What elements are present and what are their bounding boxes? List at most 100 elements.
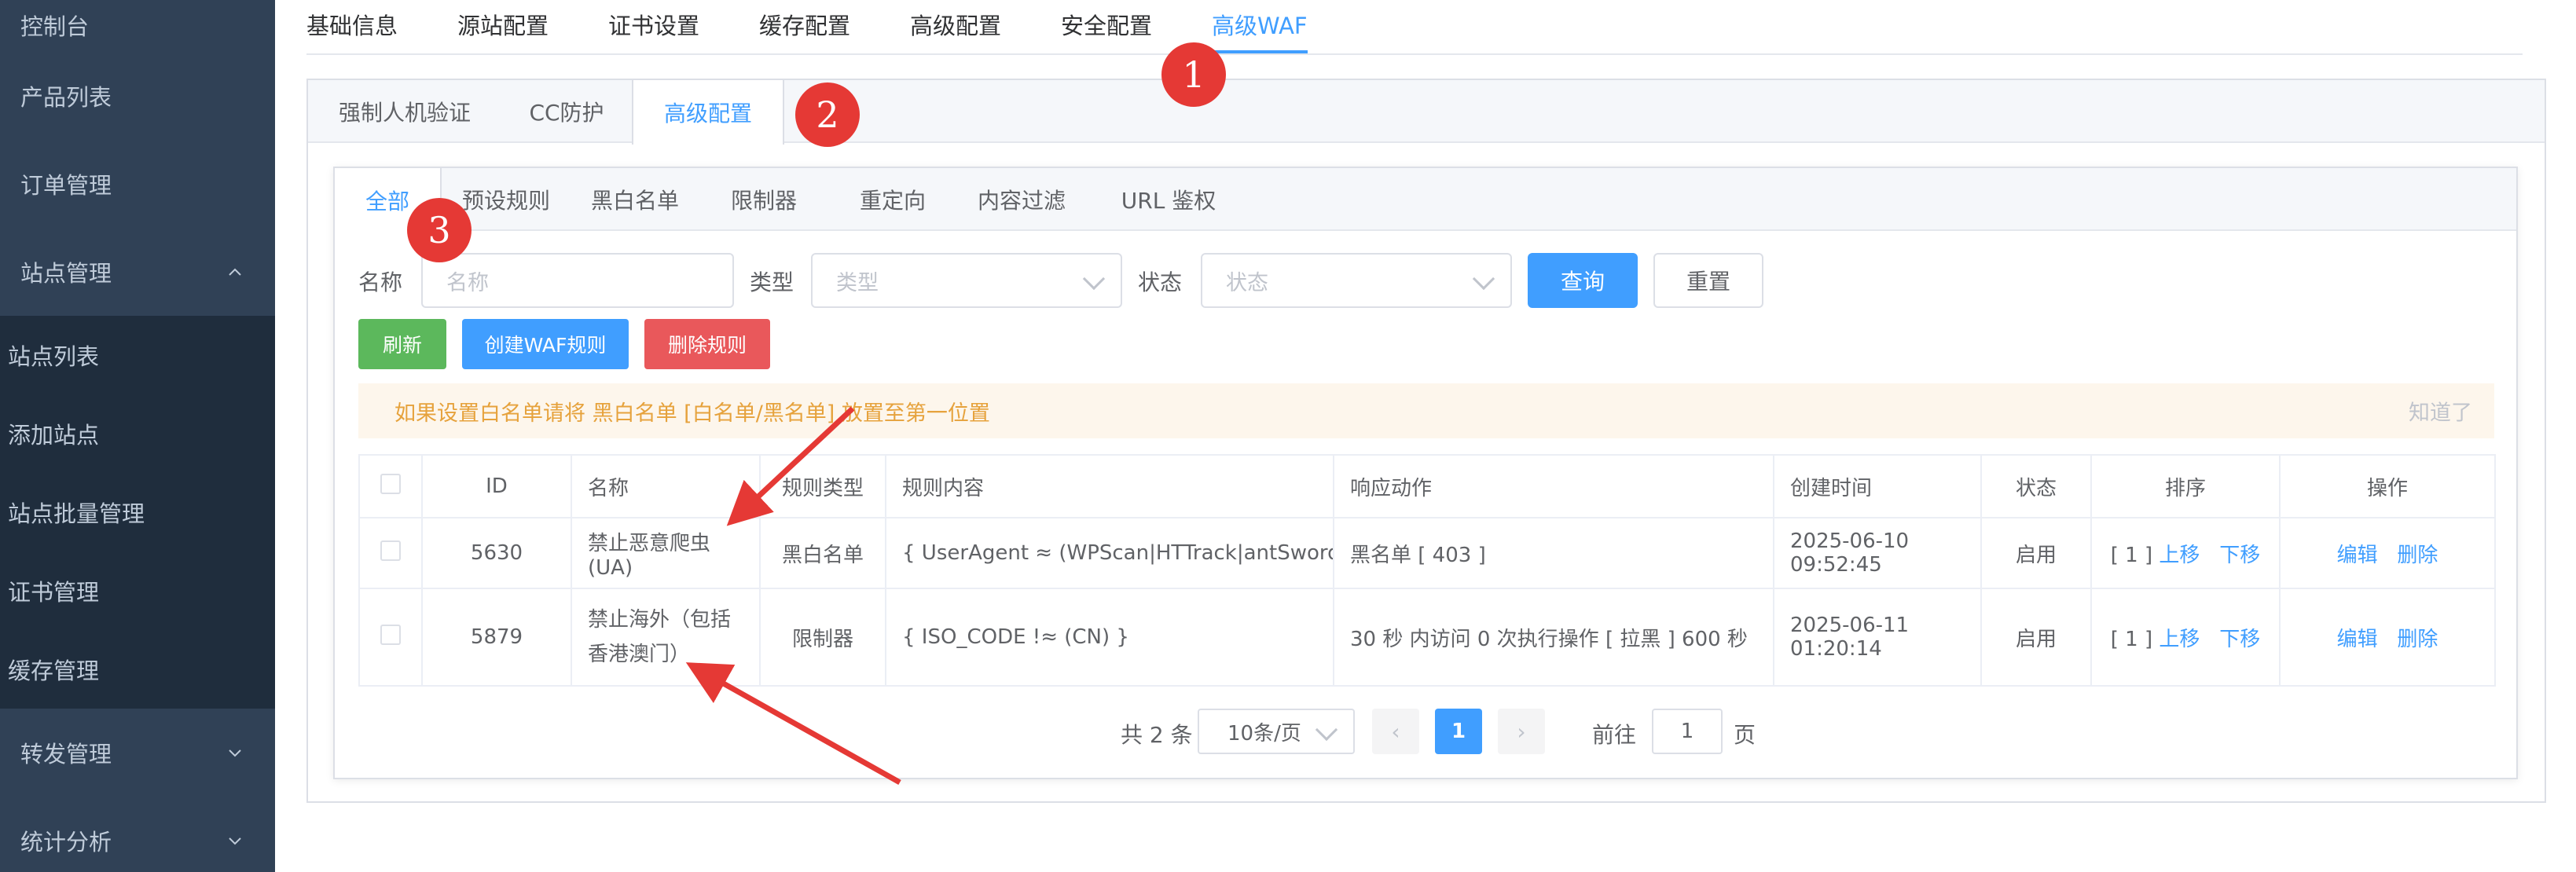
tab-basic-info[interactable]: 基础信息 bbox=[306, 8, 398, 41]
type-filter-select[interactable]: 类型 bbox=[811, 253, 1122, 308]
main-content: 基础信息 源站配置 证书设置 缓存配置 高级配置 安全配置 高级WAF 强制人机… bbox=[275, 0, 2576, 872]
delete-link[interactable]: 删除 bbox=[2397, 544, 2438, 567]
rule-status: 启用 bbox=[1980, 517, 2092, 589]
tab-captcha[interactable]: 强制人机验证 bbox=[308, 80, 501, 143]
chevron-down-icon bbox=[1082, 267, 1106, 291]
tab-security-config[interactable]: 安全配置 bbox=[1061, 8, 1152, 41]
sidebar-item-label: 站点批量管理 bbox=[8, 500, 145, 527]
tab-cache-config[interactable]: 缓存配置 bbox=[759, 8, 850, 41]
select-all-checkbox[interactable] bbox=[358, 454, 423, 518]
chevron-down-icon bbox=[1472, 267, 1495, 291]
sidebar-item-statistics[interactable]: 统计分析 bbox=[0, 797, 275, 872]
row-checkbox[interactable] bbox=[358, 517, 423, 589]
create-waf-rule-button[interactable]: 创建WAF规则 bbox=[462, 319, 629, 369]
current-page[interactable]: 1 bbox=[1435, 709, 1482, 754]
move-down-link[interactable]: 下移 bbox=[2219, 544, 2260, 567]
rule-action: 30 秒 内访问 0 次执行操作 [ 拉黑 ] 600 秒 bbox=[1333, 588, 1774, 687]
move-down-link[interactable]: 下移 bbox=[2219, 628, 2260, 651]
prev-page-button[interactable]: ‹ bbox=[1372, 709, 1419, 754]
rule-operations: 编辑 删除 bbox=[2279, 517, 2496, 589]
column-header-order[interactable]: 排序 bbox=[2090, 454, 2281, 518]
chevron-down-icon bbox=[229, 749, 241, 757]
rule-type: 限制器 bbox=[759, 588, 886, 687]
sidebar-item-label: 缓存管理 bbox=[8, 658, 100, 684]
delete-rule-button[interactable]: 删除规则 bbox=[644, 319, 770, 369]
goto-label: 前往 bbox=[1592, 722, 1637, 748]
sidebar-item-site-batch[interactable]: 站点批量管理 bbox=[0, 473, 275, 551]
column-header-action[interactable]: 响应动作 bbox=[1333, 454, 1774, 518]
sidebar-item-label: 站点管理 bbox=[20, 260, 112, 287]
type-filter-label: 类型 bbox=[750, 269, 794, 295]
whitelist-notice: 如果设置白名单请将 黑白名单 [白名单/黑名单] 放置至第一位置 知道了 bbox=[358, 383, 2494, 438]
rule-order: [ 1 ] 上移 下移 bbox=[2090, 588, 2281, 687]
edit-link[interactable]: 编辑 bbox=[2337, 544, 2378, 567]
status-filter-select[interactable]: 状态 bbox=[1201, 253, 1512, 308]
sidebar-item-label: 统计分析 bbox=[20, 829, 112, 856]
delete-link[interactable]: 删除 bbox=[2397, 628, 2438, 651]
tab-waf-advanced[interactable]: 高级配置 bbox=[632, 80, 784, 145]
sidebar-item-label: 产品列表 bbox=[20, 84, 112, 111]
edit-link[interactable]: 编辑 bbox=[2337, 628, 2378, 651]
refresh-button[interactable]: 刷新 bbox=[358, 319, 446, 369]
tab-url-auth[interactable]: URL 鉴权 bbox=[1086, 168, 1251, 231]
column-header-id[interactable]: ID bbox=[421, 454, 572, 518]
rule-content: { ISO_CODE !≈ (CN) } bbox=[885, 588, 1334, 687]
order-value: [ 1 ] bbox=[2110, 627, 2153, 651]
move-up-link[interactable]: 上移 bbox=[2159, 628, 2200, 651]
step-badge-1: 1 bbox=[1161, 42, 1226, 107]
column-header-name[interactable]: 名称 bbox=[571, 454, 761, 518]
page-suffix: 页 bbox=[1734, 722, 1756, 748]
rule-operations: 编辑 删除 bbox=[2279, 588, 2496, 687]
rule-name: 禁止恶意爬虫(UA) bbox=[571, 517, 761, 589]
rule-name: 禁止海外（包括香港澳门） bbox=[571, 588, 761, 687]
chevron-up-icon bbox=[229, 268, 241, 276]
sidebar-item-add-site[interactable]: 添加站点 bbox=[0, 394, 275, 473]
rule-id: 5630 bbox=[421, 517, 572, 589]
notice-dismiss-button[interactable]: 知道了 bbox=[2409, 396, 2472, 427]
column-header-status[interactable]: 状态 bbox=[1980, 454, 2092, 518]
query-button[interactable]: 查询 bbox=[1528, 253, 1638, 308]
column-header-type[interactable]: 规则类型 bbox=[759, 454, 886, 518]
sidebar-item-sites[interactable]: 站点管理 bbox=[0, 228, 275, 316]
name-filter-label: 名称 bbox=[358, 269, 403, 295]
waf-panel: 强制人机验证 CC防护 高级配置 全部 预设规则 黑白名单 限制器 重定向 内容… bbox=[306, 79, 2546, 803]
move-up-link[interactable]: 上移 bbox=[2159, 544, 2200, 567]
goto-page-input[interactable]: 1 bbox=[1652, 709, 1723, 754]
tab-advanced-config[interactable]: 高级配置 bbox=[910, 8, 1001, 41]
order-value: [ 1 ] bbox=[2110, 543, 2153, 567]
name-filter-input[interactable]: 名称 bbox=[421, 253, 734, 308]
sidebar-item-orders[interactable]: 订单管理 bbox=[0, 140, 275, 228]
table-row: 5879 禁止海外（包括香港澳门） 限制器 { ISO_CODE !≈ (CN)… bbox=[358, 588, 2496, 687]
page-size-select[interactable]: 10条/页 bbox=[1198, 709, 1355, 754]
tab-black-white-list[interactable]: 黑白名单 bbox=[571, 168, 699, 231]
column-header-operations[interactable]: 操作 bbox=[2279, 454, 2496, 518]
sidebar-item-cache[interactable]: 缓存管理 bbox=[0, 630, 275, 709]
waf-rules-table: ID 名称 规则类型 规则内容 响应动作 创建时间 状态 排序 操作 5630 bbox=[358, 454, 2496, 687]
step-badge-3: 3 bbox=[407, 198, 472, 262]
sidebar-item-label: 添加站点 bbox=[8, 422, 100, 449]
column-header-created[interactable]: 创建时间 bbox=[1773, 454, 1982, 518]
page-size-value: 10条/页 bbox=[1227, 721, 1301, 746]
pagination-total: 共 2 条 bbox=[1121, 722, 1193, 748]
tab-certificate[interactable]: 证书设置 bbox=[608, 8, 699, 41]
sidebar-item-label: 订单管理 bbox=[20, 172, 112, 199]
sidebar-item-forwarding[interactable]: 转发管理 bbox=[0, 709, 275, 797]
sidebar-item-certificates[interactable]: 证书管理 bbox=[0, 551, 275, 630]
tab-content-filter[interactable]: 内容过滤 bbox=[957, 168, 1086, 231]
sidebar-item-products[interactable]: 产品列表 bbox=[0, 52, 275, 140]
tab-cc-protection[interactable]: CC防护 bbox=[501, 80, 632, 143]
next-page-button[interactable]: › bbox=[1498, 709, 1545, 754]
tab-advanced-waf[interactable]: 高级WAF bbox=[1212, 8, 1308, 41]
row-checkbox[interactable] bbox=[358, 588, 423, 687]
rule-status: 启用 bbox=[1980, 588, 2092, 687]
rule-category-tabs: 全部 预设规则 黑白名单 限制器 重定向 内容过滤 URL 鉴权 bbox=[335, 168, 2516, 233]
column-header-content[interactable]: 规则内容 bbox=[885, 454, 1334, 518]
sidebar-item-site-list[interactable]: 站点列表 bbox=[0, 316, 275, 394]
rule-order: [ 1 ] 上移 下移 bbox=[2090, 517, 2281, 589]
reset-button[interactable]: 重置 bbox=[1653, 253, 1763, 308]
sidebar-item-label: 证书管理 bbox=[8, 579, 100, 606]
tab-redirect[interactable]: 重定向 bbox=[828, 168, 957, 231]
table-header: ID 名称 规则类型 规则内容 响应动作 创建时间 状态 排序 操作 bbox=[358, 454, 2496, 518]
tab-limiter[interactable]: 限制器 bbox=[699, 168, 828, 231]
tab-origin-config[interactable]: 源站配置 bbox=[457, 8, 549, 41]
